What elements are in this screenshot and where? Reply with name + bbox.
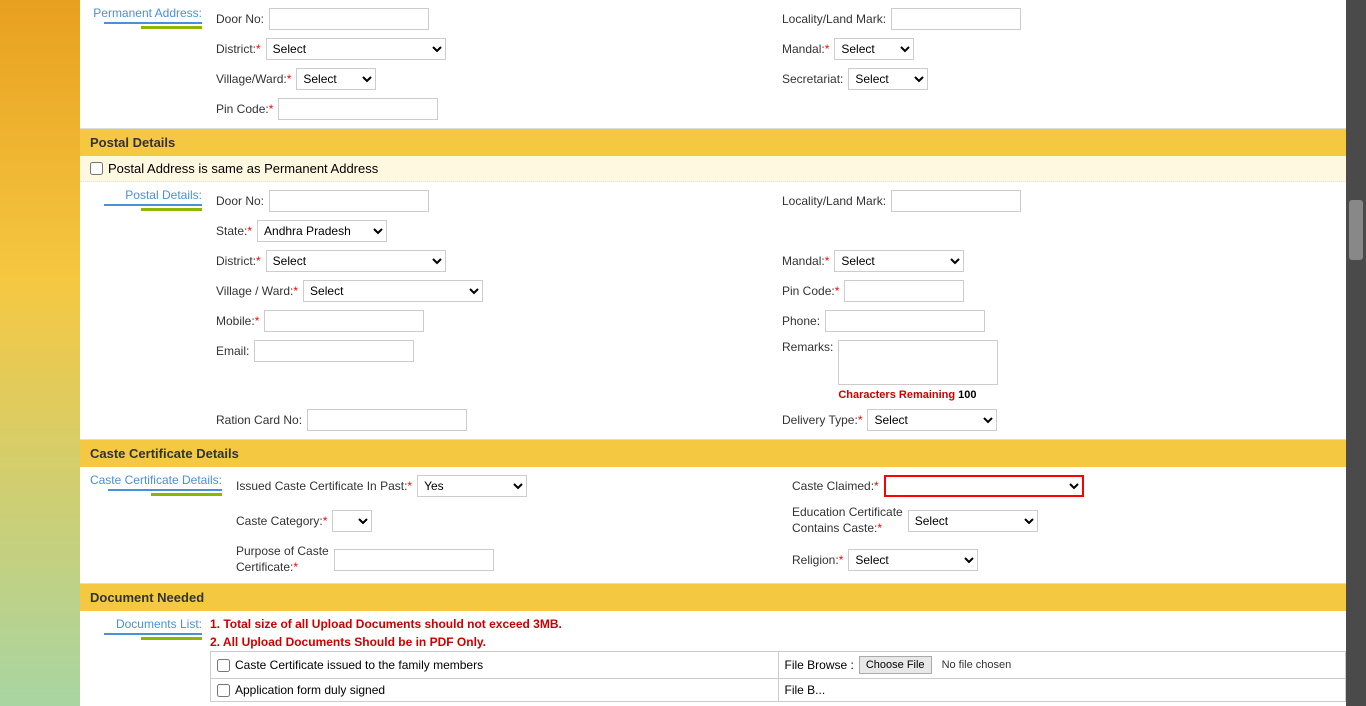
purpose-label: Purpose of CasteCertificate:* bbox=[236, 544, 329, 575]
postal-fields: Door No: Locality/Land Mark: State:* And… bbox=[210, 182, 1346, 439]
mandal-select-post[interactable]: Select bbox=[834, 250, 964, 272]
door-no-label-perm: Door No: bbox=[216, 12, 264, 26]
village-label-perm: Village/Ward:* bbox=[216, 72, 291, 86]
document-needed-form: Documents List: 1. Total size of all Upl… bbox=[80, 611, 1346, 706]
pincode-input-post[interactable] bbox=[844, 280, 964, 302]
caste-category-select[interactable] bbox=[332, 510, 372, 532]
district-select-perm[interactable]: Select bbox=[266, 38, 446, 60]
pincode-input-perm[interactable] bbox=[278, 98, 438, 120]
education-cert-label: Education CertificateContains Caste:* bbox=[792, 505, 903, 536]
mandal-label-perm: Mandal:* bbox=[782, 42, 829, 56]
caste-claimed-select[interactable] bbox=[884, 475, 1084, 497]
postal-side-label: Postal Details: bbox=[80, 188, 202, 202]
remarks-label-post: Remarks: bbox=[782, 340, 833, 354]
doc-table: Caste Certificate issued to the family m… bbox=[210, 651, 1346, 702]
right-scrollbar[interactable] bbox=[1346, 0, 1366, 706]
scrollbar-thumb[interactable] bbox=[1349, 200, 1363, 260]
ration-input-post[interactable] bbox=[307, 409, 467, 431]
doc-rule-2: 2. All Upload Documents Should be in PDF… bbox=[210, 633, 1346, 651]
secretariat-select-perm[interactable]: Select bbox=[848, 68, 928, 90]
phone-input-post[interactable] bbox=[825, 310, 985, 332]
caste-fields: Issued Caste Certificate In Past:* Yes C… bbox=[230, 467, 1346, 583]
village-select-perm[interactable]: Select bbox=[296, 68, 376, 90]
district-label-perm: District:* bbox=[216, 42, 261, 56]
postal-same-row: Postal Address is same as Permanent Addr… bbox=[80, 156, 1346, 182]
religion-select[interactable]: Select bbox=[848, 549, 978, 571]
docs-content: 1. Total size of all Upload Documents sh… bbox=[210, 611, 1346, 706]
no-file-text-1: No file chosen bbox=[942, 659, 1012, 671]
choose-file-btn-1[interactable]: Choose File bbox=[859, 656, 932, 674]
caste-certificate-header: Caste Certificate Details bbox=[80, 439, 1346, 467]
permanent-address-label: Permanent Address: bbox=[80, 6, 202, 20]
state-select-post[interactable]: Andhra Pradesh bbox=[257, 220, 387, 242]
postal-same-checkbox[interactable] bbox=[90, 162, 103, 175]
postal-details-header: Postal Details bbox=[80, 128, 1346, 156]
main-content: Permanent Address: Door No: Locality/Lan… bbox=[80, 0, 1346, 706]
locality-label-post: Locality/Land Mark: bbox=[782, 194, 886, 208]
locality-input-perm[interactable] bbox=[891, 8, 1021, 30]
docs-side-label: Documents List: bbox=[80, 617, 202, 631]
mandal-label-post: Mandal:* bbox=[782, 254, 829, 268]
document-needed-header: Document Needed bbox=[80, 583, 1346, 611]
village-label-post: Village / Ward:* bbox=[216, 284, 298, 298]
file-browse-label-2: File B... bbox=[785, 683, 826, 697]
email-label-post: Email: bbox=[216, 344, 249, 358]
delivery-type-label-post: Delivery Type:* bbox=[782, 413, 862, 427]
email-input-post[interactable] bbox=[254, 340, 414, 362]
caste-certificate-form: Caste Certificate Details: Issued Caste … bbox=[80, 467, 1346, 583]
purpose-input[interactable] bbox=[334, 549, 494, 571]
pincode-label-post: Pin Code:* bbox=[782, 284, 839, 298]
caste-claimed-label: Caste Claimed:* bbox=[792, 479, 879, 493]
issued-label: Issued Caste Certificate In Past:* bbox=[236, 479, 412, 493]
locality-label-perm: Locality/Land Mark: bbox=[782, 12, 886, 26]
permanent-address-section: Permanent Address: Door No: Locality/Lan… bbox=[80, 0, 1346, 128]
delivery-type-select-post[interactable]: Select bbox=[867, 409, 997, 431]
village-select-post[interactable]: Select bbox=[303, 280, 483, 302]
pincode-label-perm: Pin Code:* bbox=[216, 102, 273, 116]
education-cert-select[interactable]: Select bbox=[908, 510, 1038, 532]
mobile-label-post: Mobile:* bbox=[216, 314, 259, 328]
doc-row-1: Caste Certificate issued to the family m… bbox=[211, 652, 1346, 679]
district-label-post: District:* bbox=[216, 254, 261, 268]
permanent-address-fields: Door No: Locality/Land Mark: District:* … bbox=[210, 0, 1346, 128]
state-label-post: State:* bbox=[216, 224, 252, 238]
district-select-post[interactable]: Select bbox=[266, 250, 446, 272]
remarks-textarea-post[interactable] bbox=[838, 340, 998, 385]
doc1-label: Caste Certificate issued to the family m… bbox=[235, 658, 483, 672]
religion-label: Religion:* bbox=[792, 553, 843, 567]
doc1-checkbox[interactable] bbox=[217, 659, 230, 672]
door-no-input-post[interactable] bbox=[269, 190, 429, 212]
chars-count: 100 bbox=[958, 389, 976, 401]
left-sidebar bbox=[0, 0, 80, 706]
caste-category-label: Caste Category:* bbox=[236, 514, 327, 528]
doc2-label: Application form duly signed bbox=[235, 683, 385, 697]
chars-remaining-label: Characters Remaining bbox=[838, 389, 955, 401]
phone-label-post: Phone: bbox=[782, 314, 820, 328]
door-no-input-perm[interactable] bbox=[269, 8, 429, 30]
ration-label-post: Ration Card No: bbox=[216, 413, 302, 427]
secretariat-label-perm: Secretariat: bbox=[782, 72, 843, 86]
door-no-label-post: Door No: bbox=[216, 194, 264, 208]
issued-select[interactable]: Yes bbox=[417, 475, 527, 497]
mobile-input-post[interactable] bbox=[264, 310, 424, 332]
caste-cert-side-label: Caste Certificate Details: bbox=[80, 473, 222, 487]
postal-same-label: Postal Address is same as Permanent Addr… bbox=[108, 161, 378, 176]
doc-row-2: Application form duly signed File B... bbox=[211, 679, 1346, 702]
file-browse-label-1: File Browse : bbox=[785, 658, 854, 672]
postal-details-form: Postal Details: Door No: Locality/Land M… bbox=[80, 182, 1346, 439]
doc-rule-1: 1. Total size of all Upload Documents sh… bbox=[210, 615, 1346, 633]
mandal-select-perm[interactable]: Select bbox=[834, 38, 914, 60]
doc2-checkbox[interactable] bbox=[217, 684, 230, 697]
locality-input-post[interactable] bbox=[891, 190, 1021, 212]
